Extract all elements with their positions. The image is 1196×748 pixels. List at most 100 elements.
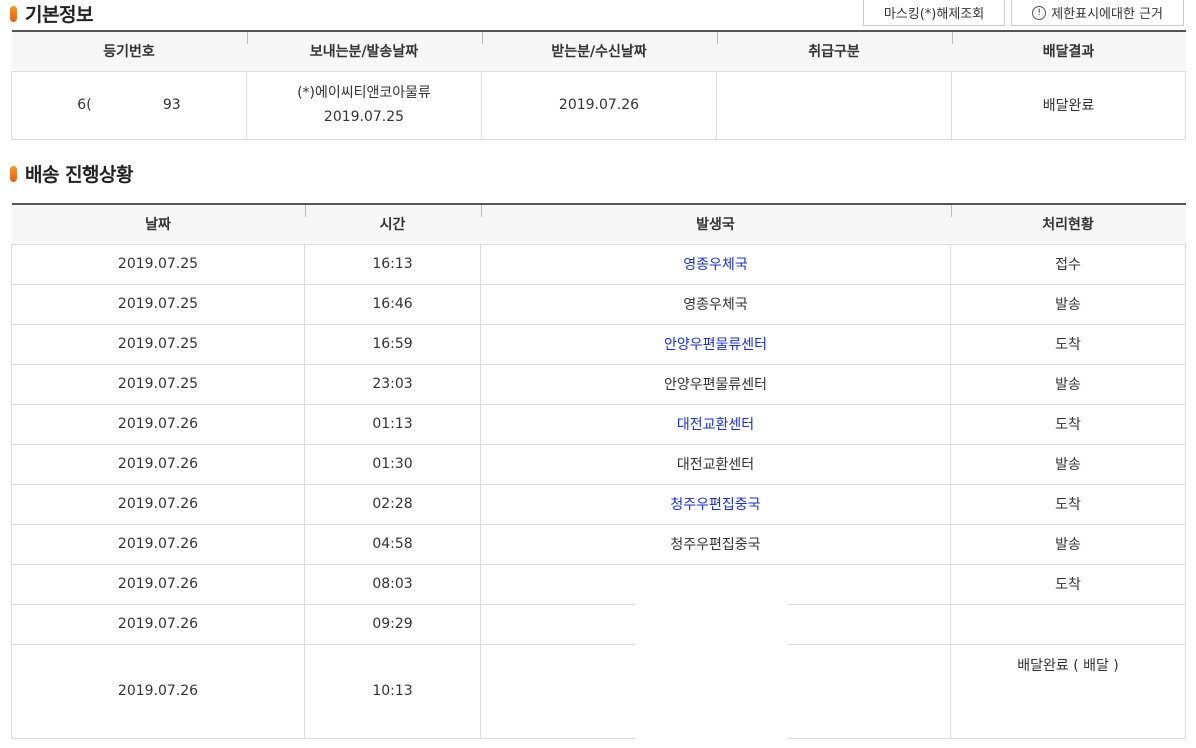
date-cell: 2019.07.26 — [11, 523, 305, 565]
time-cell: 08:03 — [304, 563, 481, 605]
date-cell: 2019.07.25 — [11, 323, 305, 365]
time-value: 01:13 — [372, 416, 413, 432]
time-value: 10:13 — [372, 683, 413, 699]
date-cell: 2019.07.25 — [11, 243, 305, 285]
orange-bullet-icon — [10, 5, 17, 22]
office-cell: 영종우체국 — [480, 243, 951, 285]
date-value: 2019.07.26 — [117, 616, 199, 632]
result-cell: 배달완료 — [951, 70, 1186, 140]
office-link[interactable]: 청주우편집중국 — [670, 497, 760, 513]
table-row: 2019.07.26 02:28 청주우편집중국 도착 — [11, 483, 1186, 525]
table-row: 2019.07.25 16:59 안양우편물류센터 도착 — [11, 323, 1186, 365]
date-cell: 2019.07.25 — [11, 283, 305, 325]
status-value: 접수 — [1055, 257, 1081, 273]
office-cell: 안양우편물류센터 — [480, 363, 951, 405]
time-cell: 09:29 — [304, 603, 481, 645]
basic-data-row: 6( 93 (*)에이씨티앤코아물류 2019.07.25 2019.07.26… — [11, 70, 1186, 140]
office-value: 청주우편집중국 — [670, 537, 761, 553]
time-value: 02:28 — [372, 496, 413, 512]
masked-area — [635, 566, 787, 740]
office-cell: 대전교환센터 — [480, 403, 951, 445]
time-value: 23:03 — [372, 376, 413, 392]
reg-no-cell: 6( 93 — [11, 70, 247, 140]
date-value: 2019.07.26 — [117, 416, 199, 432]
office-value: 대전교환센터 — [676, 457, 755, 473]
status-value: 배달완료 ( 배달 ) — [1017, 657, 1119, 674]
time-value: 04:58 — [372, 536, 413, 552]
time-value: 16:46 — [372, 296, 413, 312]
tracking-title-text: 배송 진행상황 — [25, 164, 134, 186]
time-cell: 16:13 — [304, 243, 481, 285]
time-cell: 01:13 — [304, 403, 481, 445]
date-cell: 2019.07.26 — [11, 603, 305, 645]
status-cell: 발송 — [950, 363, 1186, 405]
table-row: 2019.07.25 16:46 영종우체국 발송 — [11, 283, 1186, 325]
basic-info-table: 등기번호 보내는분/발송날짜 받는분/수신날짜 취급구분 배달결과 6( 93 … — [11, 30, 1186, 140]
date-value: 2019.07.25 — [117, 376, 199, 392]
status-cell — [950, 603, 1186, 645]
header-reg-no: 등기번호 — [11, 31, 247, 72]
status-value: 도착 — [1055, 577, 1081, 593]
header-receiver: 받는분/수신날짜 — [481, 31, 717, 72]
header-handling: 취급구분 — [716, 31, 952, 72]
tracking-header-row: 날짜 시간 발생국 처리현황 — [11, 204, 1186, 245]
unmask-lookup-label: 마스킹(*)해제조회 — [883, 7, 985, 22]
tracking-title: 배송 진행상황 — [10, 160, 134, 187]
restriction-basis-button[interactable]: ! 제한표시에대한 근거 — [1011, 0, 1184, 26]
table-row: 2019.07.26 09:29 — [11, 603, 1186, 645]
office-cell: 청주우편집중국 — [480, 483, 951, 525]
time-value: 16:59 — [372, 336, 413, 352]
send-date: 2019.07.25 — [323, 109, 405, 125]
status-cell: 도착 — [950, 483, 1186, 525]
time-cell: 10:13 — [304, 643, 481, 739]
date-value: 2019.07.26 — [117, 536, 199, 552]
date-value: 2019.07.25 — [117, 296, 199, 312]
basic-info-title-text: 기본정보 — [25, 4, 93, 26]
date-value: 2019.07.26 — [117, 496, 199, 512]
office-link[interactable]: 안양우편물류센터 — [664, 337, 767, 353]
table-row: 2019.07.26 01:13 대전교환센터 도착 — [11, 403, 1186, 445]
status-value: 발송 — [1055, 537, 1081, 553]
basic-info-title: 기본정보 — [10, 0, 93, 27]
time-cell: 23:03 — [304, 363, 481, 405]
header-sender: 보내는분/발송날짜 — [246, 31, 482, 72]
header-date: 날짜 — [11, 204, 305, 245]
status-value: 도착 — [1055, 337, 1081, 353]
time-value: 08:03 — [372, 576, 413, 592]
basic-header-row: 등기번호 보내는분/발송날짜 받는분/수신날짜 취급구분 배달결과 — [11, 31, 1186, 72]
table-row: 2019.07.25 23:03 안양우편물류센터 발송 — [11, 363, 1186, 405]
top-buttons: 마스킹(*)해제조회 ! 제한표시에대한 근거 — [862, 0, 1184, 26]
office-link[interactable]: 영종우체국 — [683, 257, 747, 273]
table-row: 2019.07.26 01:30 대전교환센터 발송 — [11, 443, 1186, 485]
header-time: 시간 — [304, 204, 481, 245]
status-value: 도착 — [1055, 417, 1081, 433]
date-cell: 2019.07.26 — [11, 563, 305, 605]
table-row: 2019.07.26 04:58 청주우편집중국 발송 — [11, 523, 1186, 565]
table-row: 2019.07.26 10:13 배달완료 ( 배달 ) — [11, 643, 1186, 739]
status-cell: 배달완료 ( 배달 ) — [950, 643, 1186, 739]
office-cell: 영종우체국 — [480, 283, 951, 325]
office-cell: 대전교환센터 — [480, 443, 951, 485]
date-cell: 2019.07.26 — [11, 443, 305, 485]
header-office: 발생국 — [480, 204, 951, 245]
date-value: 2019.07.25 — [117, 336, 199, 352]
orange-bullet-icon — [10, 165, 17, 182]
status-cell: 발송 — [950, 523, 1186, 565]
date-value: 2019.07.26 — [117, 576, 199, 592]
info-circle-icon: ! — [1032, 5, 1047, 20]
handling-cell — [716, 70, 952, 140]
status-cell: 발송 — [950, 283, 1186, 325]
unmask-lookup-button[interactable]: 마스킹(*)해제조회 — [862, 0, 1006, 26]
status-cell: 도착 — [950, 563, 1186, 605]
office-value: 안양우편물류센터 — [663, 377, 768, 393]
recv-date: 2019.07.26 — [558, 97, 640, 113]
status-cell: 접수 — [950, 243, 1186, 285]
time-cell: 04:58 — [304, 523, 481, 565]
office-cell: 안양우편물류센터 — [480, 323, 951, 365]
time-value: 16:13 — [372, 256, 413, 272]
restriction-basis-label: 제한표시에대한 근거 — [1051, 7, 1163, 22]
reg-no-value: 6( 93 — [77, 97, 181, 113]
sender-cell: (*)에이씨티앤코아물류 2019.07.25 — [246, 70, 482, 140]
office-link[interactable]: 대전교환센터 — [677, 417, 754, 433]
date-value: 2019.07.26 — [117, 456, 199, 472]
